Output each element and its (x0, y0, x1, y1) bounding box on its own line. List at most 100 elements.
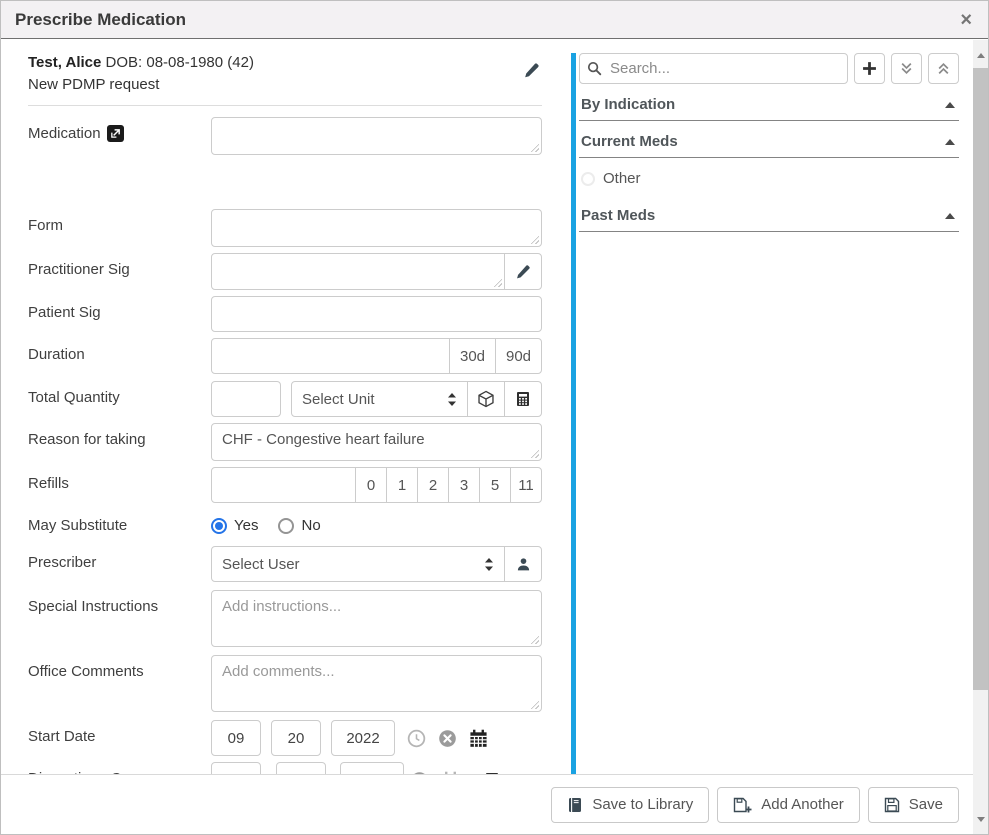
patient-header: Test, Alice DOB: 08-08-1980 (42) New PDM… (28, 52, 542, 106)
refills-11-button[interactable]: 11 (510, 467, 542, 503)
duration-90d-button[interactable]: 90d (495, 338, 542, 374)
button-label: Save to Library (592, 796, 693, 813)
office-comments-label: Office Comments (28, 655, 211, 680)
user-icon (516, 557, 531, 572)
office-comments-input[interactable]: Add comments... (211, 655, 542, 712)
start-day-input[interactable] (271, 720, 321, 756)
resize-grip-icon[interactable] (493, 278, 502, 287)
refills-row: Refills 0 1 2 3 5 11 (28, 467, 542, 503)
save-button[interactable]: Save (868, 787, 959, 823)
pencil-icon (515, 264, 531, 280)
total-quantity-row: Total Quantity Select Unit (28, 381, 542, 417)
collapse-all-button[interactable] (891, 53, 922, 84)
refills-2-button[interactable]: 2 (417, 467, 449, 503)
resize-grip-icon[interactable] (530, 700, 539, 709)
set-time-clock-icon[interactable] (407, 729, 426, 748)
vertical-scrollbar[interactable] (973, 40, 988, 834)
may-substitute-row: May Substitute Yes No (28, 517, 542, 534)
refills-label: Refills (28, 467, 211, 492)
chevron-double-down-icon (900, 62, 913, 75)
clear-date-icon[interactable] (438, 729, 457, 748)
cube-icon (477, 390, 495, 408)
start-date-label: Start Date (28, 720, 211, 745)
pdmp-request-link[interactable]: New PDMP request (28, 74, 542, 96)
radio-unselected-icon[interactable] (581, 172, 595, 186)
resize-grip-icon[interactable] (530, 449, 539, 458)
book-icon (567, 797, 583, 813)
expand-all-button[interactable] (928, 53, 959, 84)
may-substitute-label: May Substitute (28, 517, 211, 534)
section-label: Current Meds (581, 133, 678, 150)
prescriber-label: Prescriber (28, 546, 211, 571)
search-row (579, 53, 959, 84)
resize-grip-icon[interactable] (530, 635, 539, 644)
edit-sig-pencil-button[interactable] (504, 253, 542, 290)
plus-icon (862, 61, 877, 76)
list-item-label: Other (603, 170, 641, 187)
refills-5-button[interactable]: 5 (479, 467, 511, 503)
section-current-meds[interactable]: Current Meds (579, 121, 959, 158)
patient-sig-label: Patient Sig (28, 296, 211, 321)
substitute-yes-label: Yes (234, 517, 258, 534)
medication-label: Medication (28, 125, 101, 142)
quantity-input[interactable] (211, 381, 281, 417)
external-link-icon[interactable] (107, 125, 124, 142)
select-user-button[interactable] (504, 546, 542, 582)
current-meds-other-option[interactable]: Other (579, 158, 959, 200)
duration-input[interactable] (211, 338, 450, 374)
chevron-double-up-icon (937, 62, 950, 75)
refills-3-button[interactable]: 3 (448, 467, 480, 503)
unit-select-value: Select Unit (302, 391, 375, 408)
unit-select[interactable]: Select Unit (291, 381, 468, 417)
collapse-arrow-icon[interactable] (945, 139, 955, 145)
radio-unselected-icon[interactable] (278, 518, 294, 534)
caret-updown-icon (447, 393, 457, 406)
medication-label-wrap: Medication (28, 117, 211, 142)
close-icon[interactable]: × (960, 10, 972, 30)
section-label: Past Meds (581, 207, 655, 224)
scroll-up-arrow-icon[interactable] (973, 42, 988, 68)
refills-1-button[interactable]: 1 (386, 467, 418, 503)
save-to-library-button[interactable]: Save to Library (551, 787, 709, 823)
quantity-calculator-button[interactable] (504, 381, 542, 417)
duration-30d-button[interactable]: 30d (449, 338, 496, 374)
practitioner-sig-label: Practitioner Sig (28, 253, 211, 278)
reason-input[interactable]: CHF - Congestive heart failure (211, 423, 542, 461)
calendar-picker-icon[interactable] (469, 729, 488, 748)
patient-sig-input[interactable] (211, 296, 542, 332)
add-medication-button[interactable] (854, 53, 885, 84)
scrollbar-thumb[interactable] (973, 68, 988, 690)
substitute-no-radio[interactable]: No (278, 517, 320, 534)
reason-label: Reason for taking (28, 423, 211, 448)
add-another-button[interactable]: Add Another (717, 787, 860, 823)
resize-grip-icon[interactable] (530, 143, 539, 152)
start-year-input[interactable] (331, 720, 395, 756)
collapse-arrow-icon[interactable] (945, 102, 955, 108)
section-by-indication[interactable]: By Indication (579, 84, 959, 121)
prescription-form-pane: Test, Alice DOB: 08-08-1980 (42) New PDM… (1, 39, 571, 776)
package-lookup-button[interactable] (467, 381, 505, 417)
search-input[interactable] (579, 53, 848, 84)
refills-input[interactable] (211, 467, 356, 503)
special-instructions-placeholder: Add instructions... (222, 598, 341, 615)
resize-grip-icon[interactable] (530, 235, 539, 244)
substitute-yes-radio[interactable]: Yes (211, 517, 258, 534)
start-date-row: Start Date (28, 720, 542, 756)
prescribe-medication-dialog: Prescribe Medication × Test, Alice DOB: … (0, 0, 989, 835)
reason-value: CHF - Congestive heart failure (222, 431, 425, 448)
practitioner-sig-input[interactable] (211, 253, 505, 290)
edit-patient-pencil-icon[interactable] (523, 62, 540, 79)
start-month-input[interactable] (211, 720, 261, 756)
prescriber-select[interactable]: Select User (211, 546, 505, 582)
special-instructions-input[interactable]: Add instructions... (211, 590, 542, 647)
form-input[interactable] (211, 209, 542, 247)
search-icon (587, 61, 602, 76)
medication-input[interactable] (211, 117, 542, 155)
refills-0-button[interactable]: 0 (355, 467, 387, 503)
section-past-meds[interactable]: Past Meds (579, 200, 959, 232)
radio-selected-icon[interactable] (211, 518, 227, 534)
office-comments-placeholder: Add comments... (222, 663, 335, 680)
collapse-arrow-icon[interactable] (945, 213, 955, 219)
save-plus-icon (733, 797, 752, 813)
scroll-down-arrow-icon[interactable] (973, 806, 988, 832)
